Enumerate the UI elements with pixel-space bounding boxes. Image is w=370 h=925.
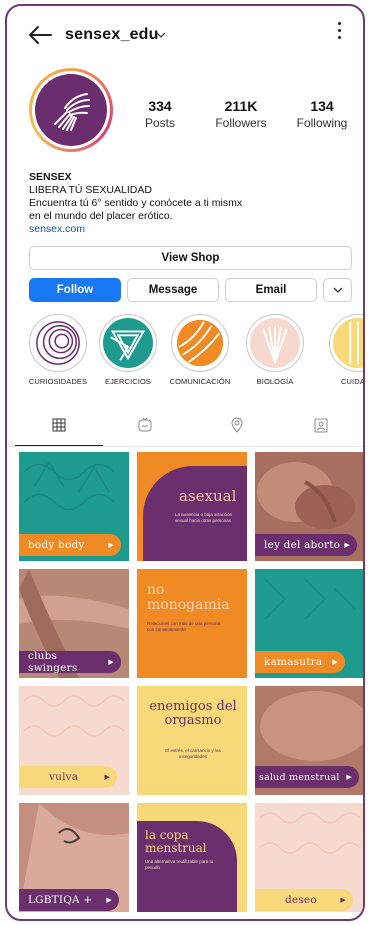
highlight-label: CURIOSIDADES <box>28 377 88 386</box>
highlight-label: CUIDA <box>341 377 365 386</box>
chevron-down-icon <box>333 287 342 293</box>
highlight-ejercicios[interactable]: EJERCICIOS <box>93 314 163 386</box>
post-tile[interactable]: LGBTIQA + ▶ <box>19 803 129 912</box>
message-button[interactable]: Message <box>127 278 219 302</box>
post-tile[interactable]: salud menstrual ▶ <box>255 686 363 795</box>
chevron-down-icon[interactable] <box>156 31 166 39</box>
email-button[interactable]: Email <box>225 278 317 302</box>
phone-frame: sensex_edu 334 Posts 211K Followers 134 … <box>5 4 365 921</box>
post-caption-pill: salud menstrual ▶ <box>255 766 359 788</box>
followers-count[interactable]: 211K Followers <box>209 98 273 130</box>
top-bar: sensex_edu <box>7 6 363 62</box>
post-tile[interactable]: deseo ▶ <box>255 803 363 912</box>
post-caption-pill: ley del aborto ▶ <box>255 534 357 556</box>
waves-icon <box>176 319 224 367</box>
post-caption-pill: kamasutra ▶ <box>255 651 345 673</box>
bio-line-3: en el mundo del placer erótico. <box>29 210 173 222</box>
follow-button[interactable]: Follow <box>29 278 121 302</box>
profile-name: SENSEX <box>29 171 72 183</box>
profile-bio: SENSEX LIBERA TÚ SEXUALIDAD Encuentra tú… <box>29 171 349 236</box>
highlight-cuida[interactable]: CUIDA <box>313 314 365 386</box>
highlight-comunicacion[interactable]: COMUNICACIÓN <box>165 314 235 386</box>
post-caption-pill: vulva ▶ <box>19 766 117 788</box>
highlight-label: EJERCICIOS <box>104 377 151 386</box>
bio-line-1: LIBERA TÚ SEXUALIDAD <box>29 184 152 196</box>
post-tile[interactable]: vulva ▶ <box>19 686 129 795</box>
post-tile[interactable]: body body ▶ <box>19 452 129 561</box>
stripes-icon <box>349 321 359 365</box>
post-caption-pill: LGBTIQA + ▶ <box>19 889 119 911</box>
post-tile[interactable]: la copa menstrual Una alternativa reutil… <box>137 803 247 912</box>
profile-tabs <box>7 411 363 447</box>
post-caption-pill: clubs swingers ▶ <box>19 650 121 674</box>
brand-logo-icon <box>54 93 90 131</box>
bio-link[interactable]: sensex.com <box>29 223 349 236</box>
grid-icon[interactable] <box>51 417 67 433</box>
highlight-curiosidades[interactable]: CURIOSIDADES <box>23 314 93 386</box>
posts-count[interactable]: 334 Posts <box>135 98 185 130</box>
fan-icon <box>262 325 288 364</box>
more-options-icon[interactable] <box>337 22 343 42</box>
post-tile[interactable]: clubs swingers ▶ <box>19 569 129 678</box>
post-tile[interactable]: kamasutra ▶ <box>255 569 363 678</box>
profile-username[interactable]: sensex_edu <box>65 26 159 44</box>
post-tile[interactable]: asexual La ausencia o baja atracción sex… <box>137 452 247 561</box>
tab-divider <box>7 446 363 447</box>
highlight-biologia[interactable]: BIOLOGÍA <box>240 314 310 386</box>
tagged-icon[interactable] <box>313 417 329 433</box>
post-tile[interactable]: no monogamia Relaciones con más de una p… <box>137 569 247 678</box>
location-pin-icon[interactable] <box>229 417 245 433</box>
post-tile[interactable]: enemigos del orgasmo El estrés, el cansa… <box>137 686 247 795</box>
avatar[interactable] <box>29 68 113 152</box>
following-count[interactable]: 134 Following <box>289 98 355 130</box>
suggested-accounts-button[interactable] <box>323 278 352 302</box>
highlight-label: COMUNICACIÓN <box>169 377 231 386</box>
view-shop-button[interactable]: View Shop <box>29 246 352 270</box>
back-arrow-icon[interactable] <box>27 24 53 46</box>
reels-icon[interactable] <box>137 417 153 433</box>
post-tile[interactable]: ley del aborto ▶ <box>255 452 363 561</box>
spiral-icon <box>36 321 80 365</box>
post-caption-pill: deseo ▶ <box>255 889 353 911</box>
post-caption-pill: body body ▶ <box>19 534 121 556</box>
highlight-label: BIOLOGÍA <box>256 377 294 386</box>
bio-line-2: Encuentra tú 6° sentido y conócete a ti … <box>29 197 243 209</box>
triangles-icon <box>110 330 146 361</box>
